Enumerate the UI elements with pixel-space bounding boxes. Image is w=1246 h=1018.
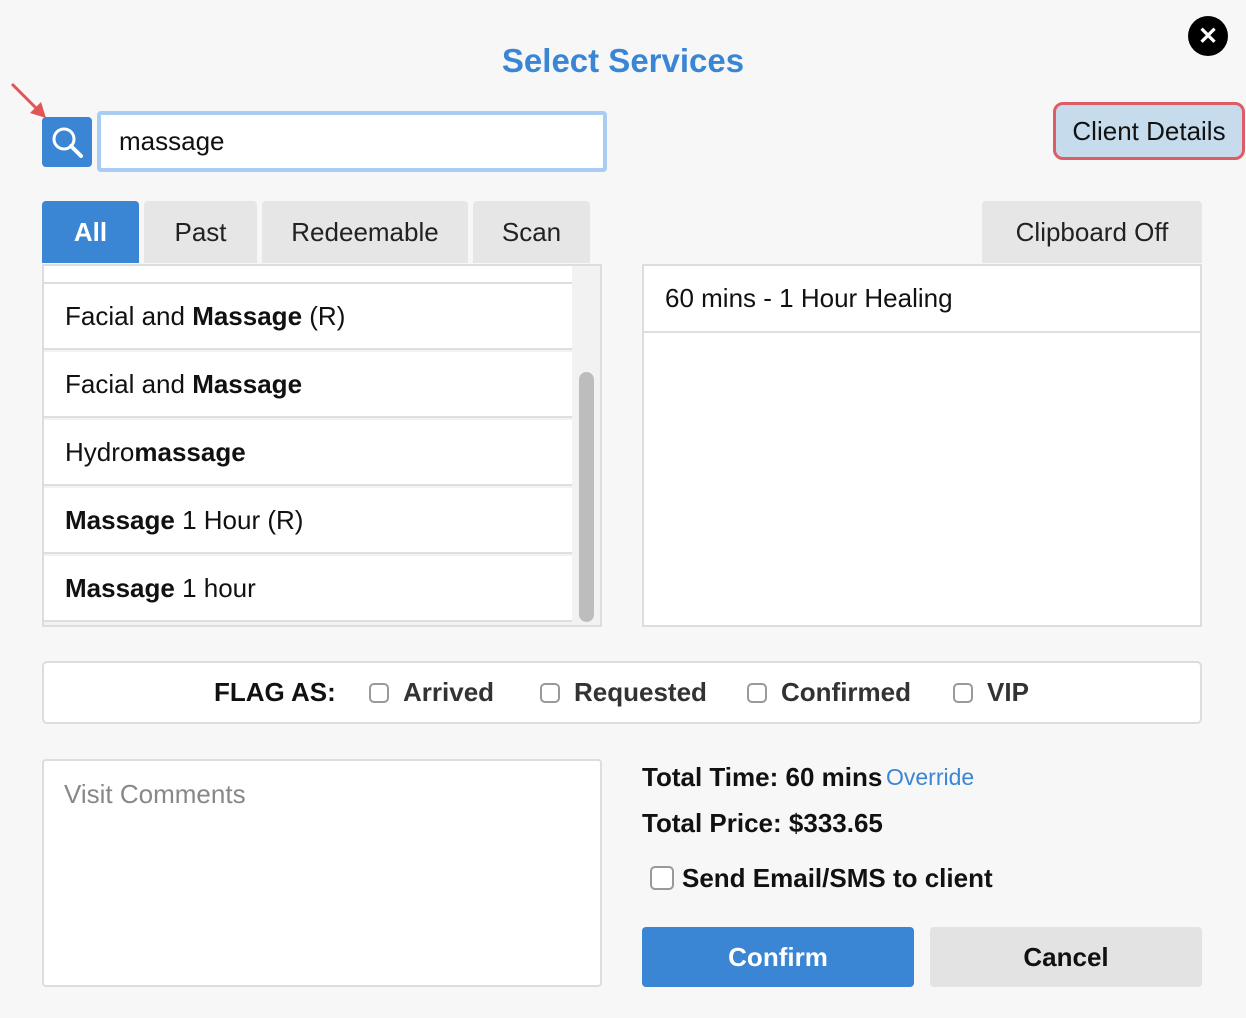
confirm-button[interactable]: Confirm (642, 927, 914, 987)
service-list: Facial and Massage (R) Facial and Massag… (42, 264, 602, 627)
flag-confirmed-checkbox[interactable]: Confirmed (747, 663, 911, 722)
checkbox-icon[interactable] (953, 682, 973, 703)
service-name-suffix: (R) (302, 300, 346, 331)
service-name-prefix: Facial and (65, 300, 193, 331)
tab-scan[interactable]: Scan (473, 201, 590, 263)
flag-option-label: VIP (987, 677, 1029, 707)
send-notification-label: Send Email/SMS to client (682, 862, 993, 893)
total-time-value: 60 mins (785, 762, 883, 792)
total-price-label: Total Price: (642, 808, 782, 838)
override-link[interactable]: Override (886, 764, 974, 791)
client-details-button[interactable]: Client Details (1053, 102, 1245, 160)
checkbox-icon[interactable] (650, 866, 674, 890)
list-item[interactable]: Massage 1 hour (44, 556, 572, 622)
tab-past[interactable]: Past (144, 201, 257, 263)
checkbox-icon[interactable] (747, 682, 767, 703)
list-item[interactable]: Massage 1 Hour (R) (44, 488, 572, 554)
close-icon[interactable]: ✕ (1188, 16, 1228, 56)
arrow-annotation-icon (10, 82, 46, 118)
scrollbar-thumb[interactable] (579, 372, 594, 622)
service-name-prefix: Hydro (65, 436, 135, 467)
checkbox-icon[interactable] (540, 682, 560, 703)
list-item[interactable]: Facial and Massage (44, 352, 572, 418)
tab-redeemable[interactable]: Redeemable (262, 201, 468, 263)
flag-label: FLAG AS: (214, 677, 336, 707)
list-item-partial[interactable] (44, 266, 572, 284)
service-name-match: Massage (192, 300, 303, 331)
clipboard-toggle[interactable]: Clipboard Off (982, 201, 1202, 263)
total-price: Total Price: $333.65 (642, 808, 883, 839)
list-item[interactable]: Facial and Massage (R) (44, 284, 572, 350)
cancel-button[interactable]: Cancel (930, 927, 1202, 987)
service-name-suffix: 1 hour (174, 572, 256, 603)
checkbox-icon[interactable] (369, 682, 389, 703)
flag-option-label: Arrived (403, 677, 495, 707)
total-time-label: Total Time: (642, 762, 779, 792)
selected-service-item[interactable]: 60 mins - 1 Hour Healing (644, 266, 1200, 333)
dialog-title: Select Services (501, 42, 745, 79)
flag-requested-checkbox[interactable]: Requested (540, 663, 707, 722)
selected-services-panel: 60 mins - 1 Hour Healing (642, 264, 1202, 627)
service-name-match: Massage (65, 504, 175, 535)
total-price-value: $333.65 (788, 808, 883, 838)
list-item[interactable]: Hydro massage (44, 420, 572, 486)
service-name-match: massage (134, 436, 246, 467)
search-icon (52, 127, 83, 158)
send-notification-checkbox[interactable]: Send Email/SMS to client (650, 862, 993, 894)
total-time: Total Time: 60 mins (642, 762, 882, 793)
service-name-suffix: 1 Hour (R) (174, 504, 304, 535)
flag-bar: FLAG AS: Arrived Requested Confirmed VIP (42, 661, 1202, 724)
service-name-prefix: Facial and (65, 368, 193, 399)
search-input[interactable] (97, 111, 607, 172)
flag-vip-checkbox[interactable]: VIP (953, 663, 1029, 722)
service-name-match: Massage (192, 368, 303, 399)
flag-option-label: Confirmed (781, 677, 911, 707)
search-button[interactable] (42, 117, 92, 167)
flag-option-label: Requested (574, 677, 707, 707)
visit-comments-textarea[interactable] (42, 759, 602, 987)
flag-arrived-checkbox[interactable]: Arrived (369, 663, 494, 722)
tab-all[interactable]: All (42, 201, 139, 263)
service-name-match: Massage (65, 572, 175, 603)
